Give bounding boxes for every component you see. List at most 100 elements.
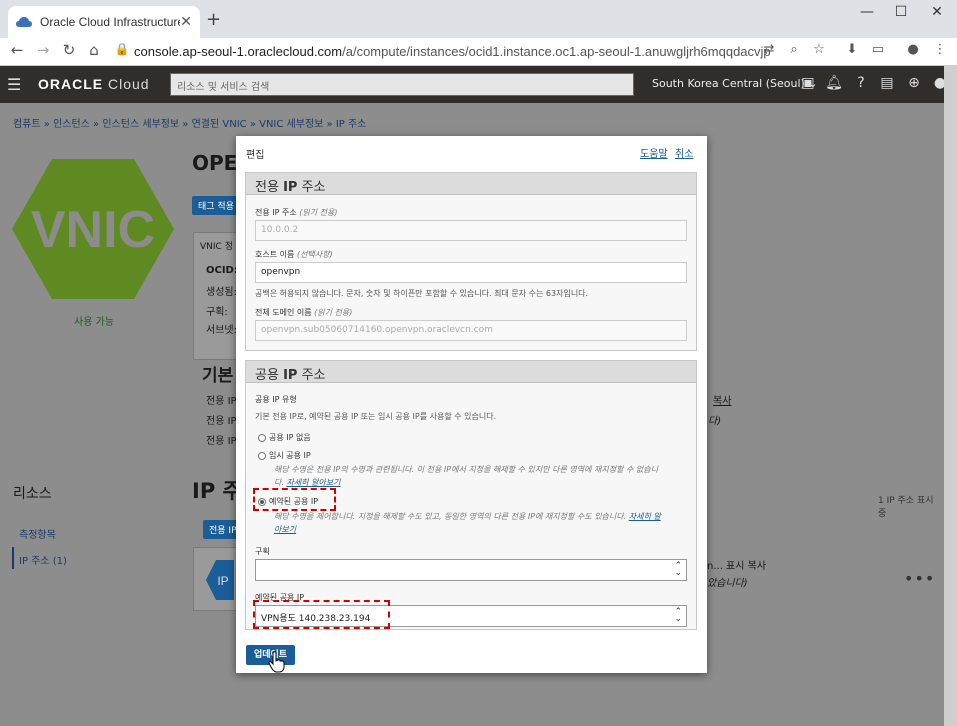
hostname-optional: (선택사항) <box>296 250 333 259</box>
reserved-desc-line2: 아보기 <box>274 524 296 535</box>
url-field[interactable]: console.ap-seoul-1.oraclecloud.com/a/com… <box>134 42 770 62</box>
oracle-cloud-logo[interactable]: ORACLE Cloud <box>38 76 150 92</box>
private-heading-prefix: 전용 <box>255 180 284 195</box>
ephemeral-desc: 해당 수명은 전용 IP의 수명과 관련됩니다. 이 전용 IP에서 지정을 해… <box>274 465 658 474</box>
copy-link[interactable]: 복사 <box>713 392 731 407</box>
hostname-label: 호스트 이름 (선택사항) <box>255 249 333 260</box>
reload-icon[interactable]: ↻ <box>58 41 80 59</box>
close-tab-icon[interactable]: ✕ <box>180 14 192 30</box>
public-ip-type-help: 기본 전용 IP로, 예약된 공용 IP 또는 임시 공용 IP를 사용할 수 … <box>255 412 497 421</box>
private-ip-readonly: (읽기 전용) <box>299 208 338 217</box>
radio-no-public-ip[interactable]: 공용 IP 없음 <box>258 432 311 443</box>
cast-icon[interactable]: ▭ <box>868 42 888 57</box>
address-bar-row: ← → ↻ ⌂ 🔒 console.ap-seoul-1.oraclecloud… <box>0 38 957 66</box>
reserved-ip-radio-highlight <box>253 488 336 511</box>
radio-button[interactable] <box>258 433 266 442</box>
row-actions-kebab-icon[interactable]: ••• <box>904 569 935 588</box>
radio-label: 임시 공용 IP <box>269 451 311 460</box>
vnic-info-tab[interactable]: VNIC 정 <box>200 239 233 252</box>
public-heading-bold: IP <box>283 368 298 383</box>
help-link[interactable]: 도움말 <box>640 145 668 160</box>
ip-hexagon-icon: IP <box>206 560 234 600</box>
resources-title: 리소스 <box>13 486 52 502</box>
sidebar-item-metrics[interactable]: 측정항목 <box>19 526 56 541</box>
forward-icon[interactable]: → <box>32 41 54 59</box>
compartment-select[interactable]: ⌃ ⌄ <box>255 559 687 581</box>
apply-tag-button[interactable]: 태그 적용 <box>192 196 240 215</box>
bell-icon[interactable]: 🔔︎ <box>824 75 844 91</box>
help-icon[interactable]: ? <box>851 75 871 91</box>
oci-header: ☰ ORACLE Cloud 리소스 및 서비스 검색 South Korea … <box>0 66 946 103</box>
fqdn-label: 전체 도메인 이름 (읽기 전용) <box>255 307 352 318</box>
info-label-ocid: OCID: <box>206 265 238 276</box>
region-selector[interactable]: South Korea Central (Seoul) ⌄ <box>652 77 818 90</box>
menu-dots-icon[interactable]: ⋮ <box>930 42 950 57</box>
info-label-subnet: 서브넷: <box>206 325 237 336</box>
info-label-compartment: 구획: <box>206 307 228 318</box>
radio-button[interactable] <box>258 451 266 460</box>
row-links[interactable]: n... 표시 복사 <box>707 557 766 572</box>
back-icon[interactable]: ← <box>6 41 28 59</box>
compartment-label: 구획 <box>255 547 270 556</box>
browser-tab[interactable]: Oracle Cloud Infrastructure ✕ <box>8 6 200 38</box>
breadcrumb[interactable]: 컴퓨트 » 인스턴스 » 인스턴스 세부정보 » 연결된 VNIC » VNIC… <box>13 115 366 130</box>
logo-brand: ORACLE <box>38 76 104 92</box>
private-ip-section-heading: 전용 IP 주소 <box>246 173 696 195</box>
private-heading-bold: IP <box>283 180 298 195</box>
public-heading-suffix: 주소 <box>297 368 326 383</box>
fqdn-label-text: 전체 도메인 이름 <box>255 308 315 317</box>
minimize-icon[interactable]: — <box>852 4 882 20</box>
translate-icon[interactable]: ⇄ <box>759 42 779 57</box>
window-close-icon[interactable]: ✕ <box>922 4 952 20</box>
ephemeral-desc-prefix: 다. <box>274 478 287 487</box>
ip-row-label: 전용 IP <box>206 436 237 447</box>
oci-search-input[interactable]: 리소스 및 서비스 검색 <box>170 73 634 96</box>
row-note: 았습니다) <box>707 578 748 589</box>
reserved-learn-more-link[interactable]: 자세히 알 <box>629 512 661 521</box>
cancel-link[interactable]: 취소 <box>675 145 693 160</box>
profile-icon[interactable]: ● <box>903 42 923 57</box>
tab-title: Oracle Cloud Infrastructure <box>40 15 181 29</box>
vnic-icon-text: VNIC <box>31 201 155 259</box>
ephemeral-learn-more-link[interactable]: 자세히 알아보기 <box>286 478 340 487</box>
public-ip-section-heading: 공용 IP 주소 <box>246 361 696 383</box>
region-label: South Korea Central (Seoul) <box>652 77 805 90</box>
maximize-icon[interactable]: ☐ <box>886 4 916 20</box>
new-tab-icon[interactable]: + <box>206 9 221 30</box>
lock-icon[interactable]: 🔒 <box>111 42 133 56</box>
private-ip-field[interactable]: 10.0.0.2 <box>255 220 687 241</box>
sidebar-item-ip-addresses[interactable]: IP 주소 (1) <box>19 552 67 567</box>
ip-section-title: IP 주 <box>192 479 242 503</box>
globe-icon[interactable]: ⊕ <box>904 75 924 91</box>
paren-note: 다) <box>708 416 722 427</box>
ip-count: 1 IP 주소 표시 중 <box>878 496 934 519</box>
private-ip-label-text: 전용 IP 주소 <box>255 208 300 217</box>
basic-section-title: 기본 <box>202 366 234 386</box>
home-icon[interactable]: ⌂ <box>83 41 105 59</box>
private-ip-label: 전용 IP 주소 (읽기 전용) <box>255 207 338 218</box>
zoom-icon[interactable]: ⌕ <box>784 42 804 57</box>
ip-row-label: 전용 IP <box>206 396 237 407</box>
reserved-ip-select-highlight <box>253 600 390 629</box>
hamburger-menu-icon[interactable]: ☰ <box>7 75 21 94</box>
reserved-desc: 해당 수명을 제어합니다. 지정을 해제할 수도 있고, 동일한 영역의 다른 … <box>274 511 661 522</box>
info-label-created: 생성됨: <box>206 287 237 298</box>
radio-ephemeral-ip[interactable]: 임시 공용 IP <box>258 450 311 461</box>
vnic-status: 사용 가능 <box>74 317 114 328</box>
hostname-label-text: 호스트 이름 <box>255 250 297 259</box>
bookmark-star-icon[interactable]: ☆ <box>809 42 829 57</box>
fqdn-field[interactable]: openvpn.sub05060714160.openvpn.oraclevcn… <box>255 320 687 341</box>
page-scrollbar[interactable] <box>944 66 957 726</box>
chat-icon[interactable]: ▤ <box>877 75 897 91</box>
cloud-shell-icon[interactable]: ▣ <box>798 75 818 91</box>
private-heading-suffix: 주소 <box>297 180 326 195</box>
public-heading-prefix: 공용 <box>255 368 284 383</box>
oracle-cloud-favicon-icon <box>16 16 32 27</box>
extension-icon[interactable]: ⬇ <box>842 42 862 57</box>
url-host: console.ap-seoul-1.oraclecloud.com <box>134 44 343 59</box>
hostname-field[interactable]: openvpn <box>255 262 687 283</box>
url-path: /a/compute/instances/ocid1.instance.oc1.… <box>342 44 770 59</box>
select-updown-icon: ⌃ ⌄ <box>674 607 682 624</box>
reserved-learn-more-link-cont[interactable]: 아보기 <box>274 525 296 534</box>
vnic-hexagon-icon: VNIC <box>12 159 174 299</box>
